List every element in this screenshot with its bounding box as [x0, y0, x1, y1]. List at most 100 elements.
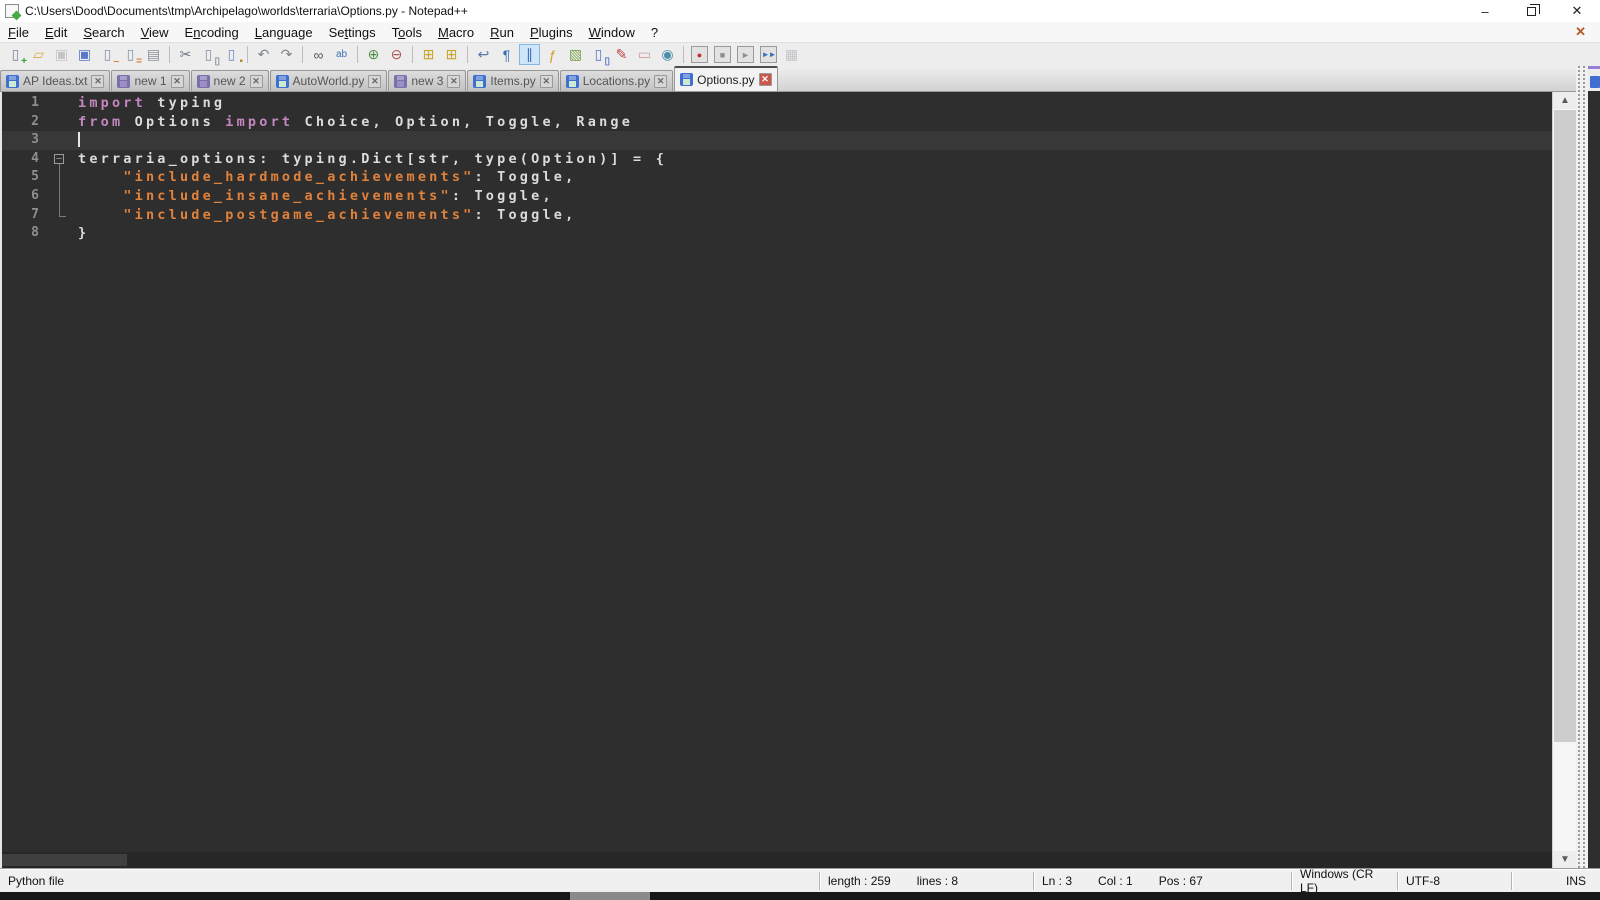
- status-encoding[interactable]: UTF-8: [1398, 871, 1512, 890]
- folder-as-workspace-icon[interactable]: ▭: [634, 44, 655, 65]
- tab-new-1[interactable]: new 1 ✕: [111, 70, 190, 91]
- secondary-view-tab[interactable]: [1588, 66, 1600, 91]
- tab-close-icon[interactable]: ✕: [447, 74, 461, 88]
- vertical-scrollbar[interactable]: ▲ ▼: [1552, 92, 1577, 868]
- open-file-icon[interactable]: ▱: [28, 44, 49, 65]
- tab-close-icon[interactable]: ✕: [368, 74, 382, 88]
- undo-icon[interactable]: ↶: [253, 44, 274, 65]
- notepad-plus-plus-window: C:\Users\Dood\Documents\tmp\Archipelago\…: [0, 0, 1600, 900]
- tab-label: Items.py: [490, 74, 536, 88]
- minimize-button[interactable]: –: [1462, 0, 1508, 22]
- user-defined-language-icon[interactable]: ✎: [611, 44, 632, 65]
- close-file-icon[interactable]: ▯ –: [97, 44, 119, 67]
- tab-label: Options.py: [697, 72, 755, 87]
- horizontal-scrollbar-thumb[interactable]: [2, 854, 127, 866]
- macro-save-icon[interactable]: ▦: [781, 44, 802, 65]
- sync-horizontal-scroll-icon[interactable]: ⊞: [441, 44, 462, 65]
- menu-tools[interactable]: Tools: [384, 23, 430, 42]
- code-text: from Options import Choice, Option, Togg…: [78, 113, 634, 130]
- close-all-icon[interactable]: ▯ =: [120, 44, 142, 67]
- menu-language[interactable]: Language: [247, 23, 321, 42]
- show-indent-guide-icon[interactable]: ∥: [519, 44, 540, 65]
- status-insert-mode[interactable]: INS: [1512, 872, 1600, 890]
- fold-margin[interactable]: –: [52, 150, 68, 169]
- status-col: Col : 1: [1098, 873, 1133, 888]
- fold-collapse-icon[interactable]: –: [54, 153, 64, 164]
- document-map-icon[interactable]: ▧: [565, 44, 586, 65]
- tab-items-py[interactable]: Items.py ✕: [467, 70, 559, 91]
- show-all-characters-icon[interactable]: ¶: [496, 44, 517, 65]
- close-button[interactable]: ✕: [1554, 0, 1600, 22]
- tab-locations-py[interactable]: Locations.py ✕: [559, 70, 674, 91]
- monitoring-eye-icon[interactable]: ◉: [657, 44, 678, 65]
- menu-[interactable]: ?: [643, 23, 666, 42]
- macro-run-multiple-icon[interactable]: ►►: [760, 46, 777, 63]
- menu-macro[interactable]: Macro: [430, 23, 482, 42]
- replace-icon[interactable]: ab: [331, 44, 352, 65]
- tab-ap-ideas-txt[interactable]: AP Ideas.txt ✕: [0, 70, 111, 91]
- status-bar: Python file length : 259 lines : 8 Ln : …: [0, 867, 1600, 895]
- save-file-icon[interactable]: ▣: [51, 44, 72, 65]
- menu-edit[interactable]: Edit: [37, 23, 75, 42]
- app-icon: [5, 4, 19, 18]
- tab-autoworld-py[interactable]: AutoWorld.py ✕: [269, 70, 388, 91]
- close-document-icon[interactable]: ✕: [1575, 24, 1586, 40]
- tab-close-icon[interactable]: ✕: [91, 74, 105, 88]
- macro-play-icon[interactable]: ►: [737, 46, 754, 63]
- menu-settings[interactable]: Settings: [321, 23, 384, 42]
- menu-view[interactable]: View: [133, 23, 177, 42]
- fold-margin: [52, 131, 68, 150]
- restore-button[interactable]: [1508, 0, 1554, 22]
- zoom-out-icon[interactable]: ⊖: [386, 44, 407, 65]
- menu-search[interactable]: Search: [75, 23, 132, 42]
- toolbar-separator: [169, 46, 170, 63]
- code-line: 7 "include_postgame_achievements": Toggl…: [2, 205, 1552, 225]
- macro-record-icon[interactable]: ●: [691, 46, 708, 63]
- menu-window[interactable]: Window: [581, 23, 643, 42]
- tab-close-icon[interactable]: ✕: [539, 74, 553, 88]
- toolbar-separator: [412, 46, 413, 63]
- word-wrap-icon[interactable]: ↩: [473, 44, 494, 65]
- view-splitter[interactable]: [1576, 66, 1588, 868]
- document-list-icon[interactable]: ▯ ▯: [588, 44, 610, 67]
- bottom-edge-strip: [0, 892, 1600, 900]
- copy-icon[interactable]: ▯ ▯: [198, 44, 220, 67]
- fold-margin: [52, 168, 68, 187]
- status-length: length : 259 lines : 8: [820, 871, 1034, 890]
- tab-close-icon[interactable]: ✕: [758, 73, 772, 86]
- sync-vertical-scroll-icon[interactable]: ⊞: [418, 44, 439, 65]
- find-icon[interactable]: ∞: [308, 44, 329, 65]
- tab-label: Locations.py: [582, 74, 651, 88]
- tab-new-2[interactable]: new 2 ✕: [190, 70, 269, 91]
- title-bar: C:\Users\Dood\Documents\tmp\Archipelago\…: [0, 0, 1600, 22]
- menu-run[interactable]: Run: [482, 23, 522, 42]
- print-icon[interactable]: ▤: [143, 44, 164, 65]
- scroll-down-icon[interactable]: ▼: [1553, 851, 1577, 868]
- function-list-icon[interactable]: ƒ: [542, 44, 563, 65]
- paste-icon[interactable]: ▯ ▪: [221, 44, 243, 67]
- status-length-label: length : 259: [828, 873, 891, 888]
- bottom-edge-segment: [570, 892, 650, 900]
- menu-file[interactable]: File: [0, 23, 37, 42]
- tab-label: AutoWorld.py: [292, 74, 365, 88]
- code-area[interactable]: 1 import typing 2 from Options import Choic…: [2, 94, 1552, 852]
- menu-encoding[interactable]: Encoding: [177, 23, 247, 42]
- scroll-up-icon[interactable]: ▲: [1553, 92, 1577, 109]
- cut-icon[interactable]: ✂: [175, 44, 196, 65]
- zoom-in-icon[interactable]: ⊕: [363, 44, 384, 65]
- floppy-icon: [117, 74, 131, 88]
- editor[interactable]: 1 import typing 2 from Options import Choic…: [0, 92, 1552, 868]
- tab-options-py[interactable]: Options.py ✕: [674, 66, 778, 91]
- macro-stop-icon[interactable]: ■: [714, 46, 731, 63]
- vertical-scrollbar-thumb[interactable]: [1554, 110, 1576, 742]
- redo-icon[interactable]: ↷: [276, 44, 297, 65]
- tab-close-icon[interactable]: ✕: [654, 74, 668, 88]
- status-eol-format[interactable]: Windows (CR LF): [1292, 867, 1398, 895]
- tab-close-icon[interactable]: ✕: [170, 74, 184, 88]
- tab-new-3[interactable]: new 3 ✕: [388, 70, 467, 91]
- menu-plugins[interactable]: Plugins: [522, 23, 581, 42]
- tab-close-icon[interactable]: ✕: [249, 74, 263, 88]
- line-number: 5: [31, 169, 39, 185]
- save-all-icon[interactable]: ▣: [74, 44, 95, 65]
- new-file-icon[interactable]: ▯ +: [5, 44, 27, 67]
